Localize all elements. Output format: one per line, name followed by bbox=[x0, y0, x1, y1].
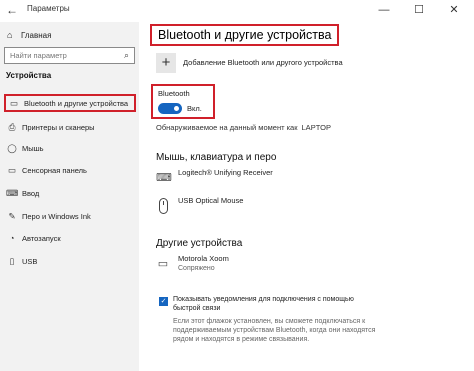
section-heading-input-devices: Мышь, клавиатура и перо bbox=[156, 152, 277, 163]
toggle-state-label: Вкл. bbox=[187, 104, 202, 113]
home-icon: ⌂ bbox=[7, 30, 13, 40]
bluetooth-devices-icon: ▭ bbox=[9, 98, 19, 108]
sidebar-item-pen[interactable]: ✎ Перо и Windows Ink bbox=[4, 207, 136, 225]
sidebar-item-label: Ввод bbox=[22, 189, 40, 198]
sidebar-item-label: Автозапуск bbox=[22, 234, 61, 243]
minimize-button[interactable]: — bbox=[375, 2, 393, 18]
sidebar-item-bluetooth[interactable]: ▭ Bluetooth и другие устройства bbox=[4, 94, 136, 112]
notification-checkbox[interactable]: ✓ bbox=[159, 297, 168, 306]
plus-icon[interactable]: + bbox=[156, 53, 176, 73]
sidebar-item-autoplay[interactable]: ◔ Автозапуск bbox=[4, 229, 136, 247]
sidebar-item-label: Сенсорная панель bbox=[22, 166, 87, 175]
device-status: Сопряжено bbox=[178, 265, 215, 272]
home-link[interactable]: ⌂ Главная bbox=[7, 28, 51, 42]
close-button[interactable]: ✕ bbox=[445, 2, 463, 18]
home-label: Главная bbox=[21, 31, 52, 40]
touchpad-icon: ▭ bbox=[7, 165, 17, 175]
autoplay-icon: ◔ bbox=[9, 233, 15, 243]
title-bar: ← Параметры — ☐ ✕ bbox=[0, 0, 474, 22]
device-name: LAPTOP bbox=[301, 123, 331, 132]
notification-checkbox-label[interactable]: Показывать уведомления для подключения с… bbox=[173, 295, 378, 313]
sidebar-item-touchpad[interactable]: ▭ Сенсорная панель bbox=[4, 161, 136, 179]
sidebar: ⌂ Главная Найти параметр ⌕ Устройства ▭ Bl… bbox=[0, 22, 139, 371]
back-arrow-icon[interactable]: ← bbox=[6, 3, 20, 17]
notification-note: Если этот флажок установлен, вы сможете … bbox=[173, 318, 376, 343]
keyboard-icon: ⌨ bbox=[6, 188, 19, 198]
sidebar-item-usb[interactable]: ▯ USB bbox=[4, 252, 136, 270]
tablet-icon: ▭ bbox=[157, 258, 169, 270]
sidebar-item-label: Принтеры и сканеры bbox=[22, 123, 95, 132]
device-name: Logitech® Unifying Receiver bbox=[178, 168, 273, 177]
sidebar-item-printers[interactable]: ⎙ Принтеры и сканеры bbox=[4, 118, 136, 136]
section-heading-other-devices: Другие устройства bbox=[156, 238, 243, 249]
sidebar-item-label: Мышь bbox=[22, 144, 44, 153]
bluetooth-toggle-group: Bluetooth Вкл. bbox=[151, 84, 215, 119]
page-title: Bluetooth и другие устройства bbox=[150, 24, 340, 46]
window-title: Параметры bbox=[27, 4, 70, 13]
search-icon[interactable]: ⌕ bbox=[124, 50, 129, 61]
mouse-icon: ◯ bbox=[7, 143, 17, 153]
printer-icon: ⎙ bbox=[8, 122, 16, 132]
sidebar-section-title: Устройства bbox=[6, 71, 52, 80]
toggle-knob bbox=[174, 106, 179, 111]
maximize-button[interactable]: ☐ bbox=[410, 2, 428, 18]
discoverable-text: Обнаруживаемое на данный момент как bbox=[156, 123, 298, 132]
main-content: Bluetooth и другие устройства + Добавлен… bbox=[139, 22, 474, 371]
mouse-icon bbox=[156, 198, 170, 214]
add-device-label[interactable]: Добавление Bluetooth или другого устройс… bbox=[183, 58, 443, 67]
discoverable-status: Обнаруживаемое на данный момент как LAPTO… bbox=[156, 123, 331, 132]
bluetooth-label: Bluetooth bbox=[158, 89, 190, 98]
device-name: Motorola Xoom bbox=[178, 254, 229, 263]
bluetooth-toggle[interactable] bbox=[158, 103, 182, 114]
sidebar-item-mouse[interactable]: ◯ Мышь bbox=[4, 139, 136, 157]
sidebar-item-label: Bluetooth и другие устройства bbox=[24, 99, 129, 108]
pen-icon: ✎ bbox=[8, 211, 16, 221]
keyboard-icon: ⌨ bbox=[156, 172, 172, 184]
sidebar-item-label: Перо и Windows Ink bbox=[22, 212, 91, 221]
search-input[interactable]: Найти параметр bbox=[10, 51, 67, 60]
device-name: USB Optical Mouse bbox=[178, 196, 244, 205]
sidebar-item-typing[interactable]: ⌨ Ввод bbox=[4, 184, 136, 202]
usb-icon: ▯ bbox=[9, 256, 15, 266]
search-box[interactable]: Найти параметр ⌕ bbox=[4, 47, 135, 64]
sidebar-item-label: USB bbox=[22, 257, 38, 266]
